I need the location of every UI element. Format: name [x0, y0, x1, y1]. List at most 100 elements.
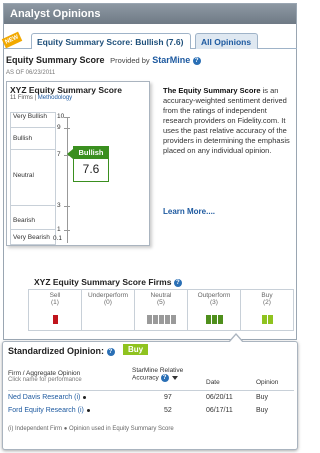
- col-accuracy[interactable]: StarMine Relative Accuracy ?: [132, 367, 194, 382]
- band-very-bearish: Very Bearish: [11, 229, 55, 246]
- standardized-opinion-heading: Standardized Opinion: ?: [8, 346, 115, 356]
- used-in-score-icon: [86, 408, 90, 412]
- firms-distribution: Sell (1) Underperform (0) Neutral (5) Outperfo…: [28, 289, 294, 331]
- firms-column-count: (0): [104, 299, 112, 306]
- firm-bar: [52, 315, 58, 324]
- firm-link-ned-davis[interactable]: Ned Davis Research (i): [8, 394, 80, 401]
- sort-desc-icon[interactable]: [172, 376, 179, 380]
- tab-all-opinions[interactable]: All Opinions: [195, 33, 258, 49]
- score-value: 7.6: [82, 162, 100, 176]
- firms-column-label: Outperform: [197, 292, 231, 299]
- firm-bar: [146, 315, 152, 324]
- col-date[interactable]: Date: [206, 379, 220, 386]
- firms-column-count: (2): [263, 299, 271, 306]
- date-cell: 06/17/11: [206, 407, 233, 414]
- firms-count: 11 Firms: [10, 95, 33, 101]
- score-box-title: XYZ Equity Summary Score: [10, 85, 122, 95]
- score-box-sub: 11 Firms | Methodology: [10, 95, 73, 101]
- description-text: is an accuracy-weighted sentiment derive…: [163, 86, 290, 155]
- firm-bar: [211, 315, 217, 324]
- score-indicator: Bullish 7.6: [73, 146, 109, 182]
- band-bullish: Bullish: [11, 127, 55, 149]
- as-of-date: AS OF 06/23/2011: [6, 70, 56, 76]
- standardized-opinion-title: Standardized Opinion:: [8, 346, 104, 356]
- band-very-bullish: Very Bullish: [13, 113, 47, 120]
- firms-column-count: (3): [210, 299, 218, 306]
- firm-bar: [164, 315, 170, 324]
- opinion-cell: Buy: [256, 394, 269, 401]
- tick-1: 1: [57, 226, 61, 233]
- firms-column-label: Neutral: [150, 292, 172, 299]
- firms-column-label: Buy: [261, 292, 273, 299]
- firm-link-ford-equity[interactable]: Ford Equity Research (i): [8, 407, 84, 414]
- firms-column-buy: Buy (2): [241, 290, 293, 330]
- tab-equity-summary-score[interactable]: Equity Summary Score: Bullish (7.6): [31, 33, 191, 49]
- equity-summary-heading: Equity Summary Score Provided by StarMin…: [6, 55, 201, 65]
- firms-column-underperform: Underperform (0): [82, 290, 135, 330]
- firm-bar: [217, 315, 223, 324]
- firms-column-count: (5): [157, 299, 165, 306]
- score-gauge-box: XYZ Equity Summary Score 11 Firms | Meth…: [6, 81, 150, 246]
- rating-bands: Very Bullish Bullish Neutral Bearish Ver…: [10, 112, 56, 245]
- help-icon[interactable]: ?: [160, 374, 169, 382]
- help-icon[interactable]: ?: [106, 347, 115, 356]
- firms-heading: XYZ Equity Summary Score Firms ?: [34, 277, 182, 287]
- firm-bar: [205, 315, 211, 324]
- table-row: Ned Davis Research (i) 97 06/20/11 Buy: [8, 394, 294, 405]
- standardized-opinion-badge: Buy: [123, 344, 149, 355]
- tick-3: 3: [57, 202, 61, 209]
- firms-column-outperform: Outperform (3): [188, 290, 241, 330]
- firms-column-label: Underperform: [87, 292, 129, 299]
- band-neutral: Neutral: [11, 149, 55, 205]
- firms-column-bars: [188, 315, 240, 324]
- tick-mark: [64, 230, 70, 231]
- help-icon[interactable]: ?: [173, 278, 182, 287]
- firms-column-bars: [135, 315, 187, 324]
- table-legend: (i) Independent Firm ● Opinion used in E…: [8, 426, 174, 432]
- tick-mark: [64, 128, 70, 129]
- firms-column-label: Sell: [49, 292, 61, 299]
- firm-bar: [170, 315, 176, 324]
- firms-column-sell: Sell (1): [29, 290, 82, 330]
- col-firm-sublabel: Click name for performance: [8, 377, 82, 383]
- accuracy-cell: 52: [164, 407, 172, 414]
- scale-axis: [67, 117, 68, 243]
- opinion-cell: Buy: [256, 407, 269, 414]
- used-in-score-icon: [83, 395, 87, 399]
- band-bearish: Bearish: [11, 205, 55, 229]
- tick-mark: [64, 117, 70, 118]
- provided-by-label: Provided by: [110, 56, 150, 65]
- firms-column-count: (1): [51, 299, 59, 306]
- new-badge: NEW: [1, 31, 23, 49]
- firm-bar: [152, 315, 158, 324]
- tab-bar: NEW Equity Summary Score: Bullish (7.6) …: [1, 31, 297, 49]
- firm-bar: [267, 315, 273, 324]
- firm-bar: [261, 315, 267, 324]
- firms-column-bars: [29, 315, 81, 324]
- tick-mark: [64, 206, 70, 207]
- col-firm-label: Firm / Aggregate Opinion: [8, 370, 81, 377]
- firms-column-bars: [241, 315, 293, 324]
- firm-bar: [158, 315, 164, 324]
- equity-summary-title: Equity Summary Score: [6, 55, 105, 65]
- accuracy-cell: 97: [164, 394, 172, 401]
- tick-9: 9: [57, 124, 61, 131]
- callout-pointer-inner: [229, 335, 243, 343]
- description-bold: The Equity Summary Score: [163, 86, 261, 95]
- table-row: Ford Equity Research (i) 52 06/17/11 Buy: [8, 407, 294, 418]
- firms-title: XYZ Equity Summary Score Firms: [34, 277, 172, 287]
- date-cell: 06/20/11: [206, 394, 233, 401]
- firms-column-neutral: Neutral (5): [135, 290, 188, 330]
- col-firm[interactable]: Firm / Aggregate Opinion Click name for …: [8, 370, 82, 383]
- methodology-link[interactable]: Methodology: [38, 95, 72, 101]
- tick-7: 7: [57, 151, 61, 158]
- opinions-table-header: Firm / Aggregate Opinion Click name for …: [8, 367, 294, 391]
- rating-label: Bullish: [74, 147, 108, 159]
- learn-more-link[interactable]: Learn More....: [163, 207, 215, 216]
- col-opinion[interactable]: Opinion: [256, 379, 278, 386]
- score-description: The Equity Summary Score is an accuracy-…: [163, 86, 291, 156]
- starmine-link[interactable]: StarMine: [152, 55, 190, 65]
- panel-header: Analyst Opinions: [4, 4, 296, 24]
- tick-0-1: 0.1: [53, 235, 63, 242]
- help-icon[interactable]: ?: [192, 56, 201, 65]
